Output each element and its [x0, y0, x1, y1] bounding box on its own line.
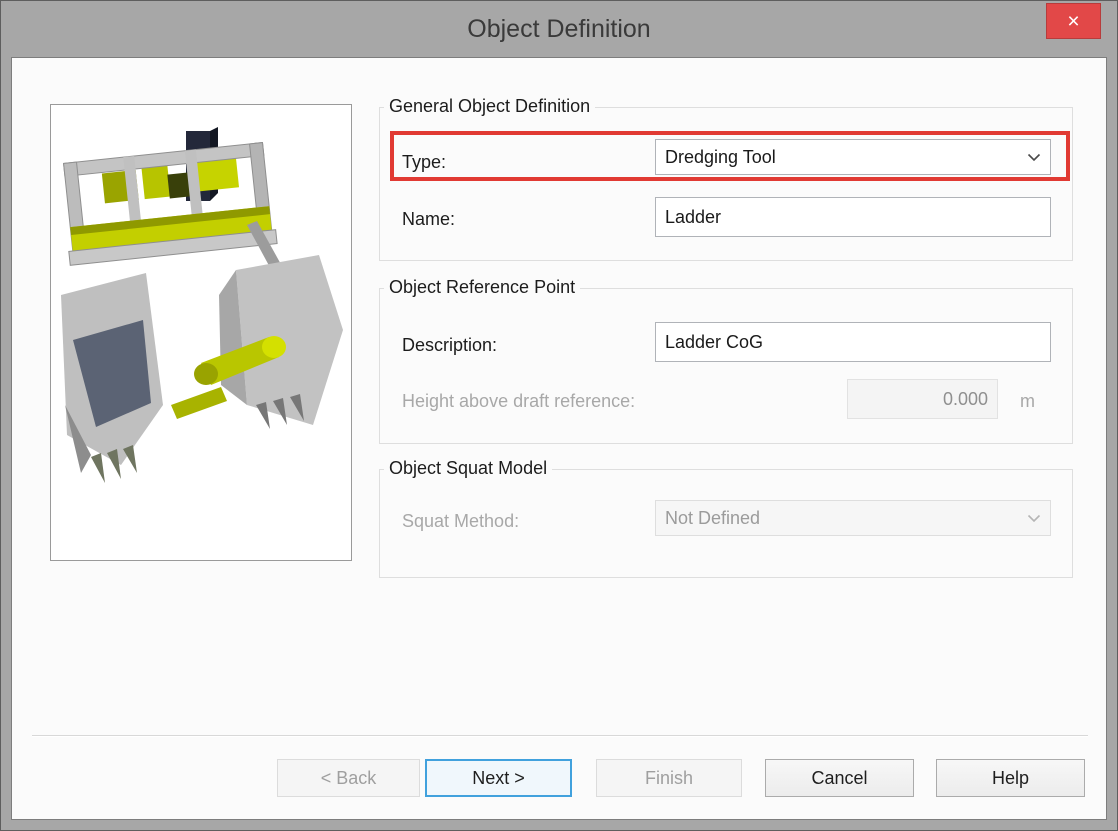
height-above-draft-label: Height above draft reference: — [402, 391, 635, 411]
squat-method-label: Squat Method: — [402, 511, 519, 531]
finish-button: Finish — [596, 759, 742, 797]
next-button[interactable]: Next > — [425, 759, 572, 797]
help-button[interactable]: Help — [936, 759, 1085, 797]
group-title-squat: Object Squat Model — [384, 458, 552, 479]
dredging-tool-3d-model — [51, 105, 351, 560]
dialog-title: Object Definition — [1, 15, 1117, 44]
titlebar[interactable]: Object Definition × — [1, 1, 1117, 57]
squat-method-dropdown: Not Defined — [655, 500, 1051, 536]
close-icon: × — [1067, 11, 1079, 32]
model-preview-frame — [50, 104, 352, 561]
type-dropdown-value: Dredging Tool — [665, 147, 776, 168]
height-above-draft-input — [847, 379, 998, 419]
description-input[interactable] — [655, 322, 1051, 362]
object-definition-dialog: Object Definition × — [0, 0, 1118, 831]
height-unit-label: m — [1020, 391, 1035, 411]
name-label: Name: — [402, 209, 455, 229]
cancel-button[interactable]: Cancel — [765, 759, 914, 797]
group-title-reference: Object Reference Point — [384, 277, 580, 298]
type-label: Type: — [402, 152, 446, 172]
close-button[interactable]: × — [1046, 3, 1101, 39]
squat-method-value: Not Defined — [665, 508, 760, 529]
type-dropdown[interactable]: Dredging Tool — [655, 139, 1051, 175]
footer-separator — [32, 735, 1088, 737]
group-object-squat-model: Object Squat Model Squat Method: Not Def… — [379, 469, 1073, 578]
description-label: Description: — [402, 335, 497, 355]
back-button: < Back — [277, 759, 420, 797]
group-title-general: General Object Definition — [384, 96, 595, 117]
group-object-reference-point: Object Reference Point Description: Heig… — [379, 288, 1073, 444]
name-input[interactable] — [655, 197, 1051, 237]
group-general-object-definition: General Object Definition Type: Dredging… — [379, 107, 1073, 261]
chevron-down-icon — [1027, 153, 1041, 162]
dialog-content: General Object Definition Type: Dredging… — [11, 57, 1107, 820]
chevron-down-icon — [1027, 514, 1041, 523]
